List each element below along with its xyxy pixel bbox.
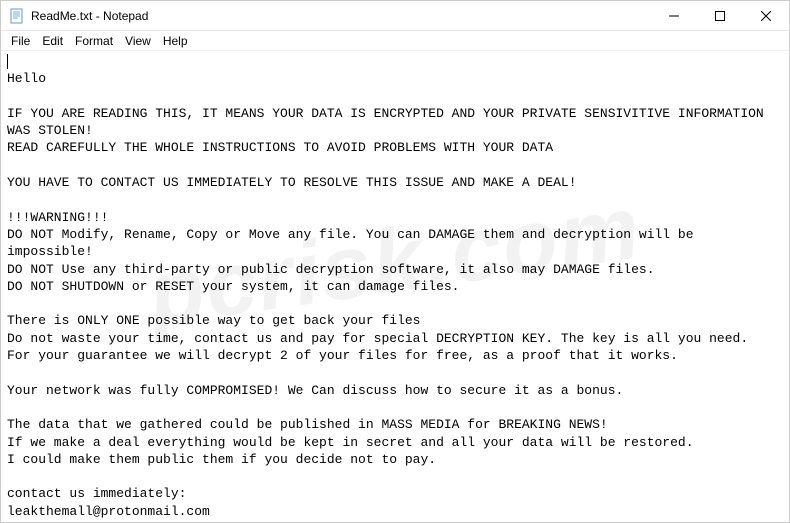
menubar: File Edit Format View Help [1,31,789,51]
notepad-icon [9,8,25,24]
menu-help[interactable]: Help [157,32,194,50]
maximize-button[interactable] [697,1,743,31]
text-area[interactable]: Hello IF YOU ARE READING THIS, IT MEANS … [1,51,789,522]
document-body: Hello IF YOU ARE READING THIS, IT MEANS … [7,71,772,518]
menu-view[interactable]: View [119,32,157,50]
close-button[interactable] [743,1,789,31]
titlebar: ReadMe.txt - Notepad [1,1,789,31]
menu-edit[interactable]: Edit [36,32,69,50]
notepad-window: ReadMe.txt - Notepad File Edit Format Vi… [0,0,790,523]
minimize-button[interactable] [651,1,697,31]
menu-format[interactable]: Format [69,32,119,50]
window-controls [651,1,789,30]
menu-file[interactable]: File [5,32,36,50]
window-title: ReadMe.txt - Notepad [31,9,651,23]
text-cursor [7,54,8,69]
